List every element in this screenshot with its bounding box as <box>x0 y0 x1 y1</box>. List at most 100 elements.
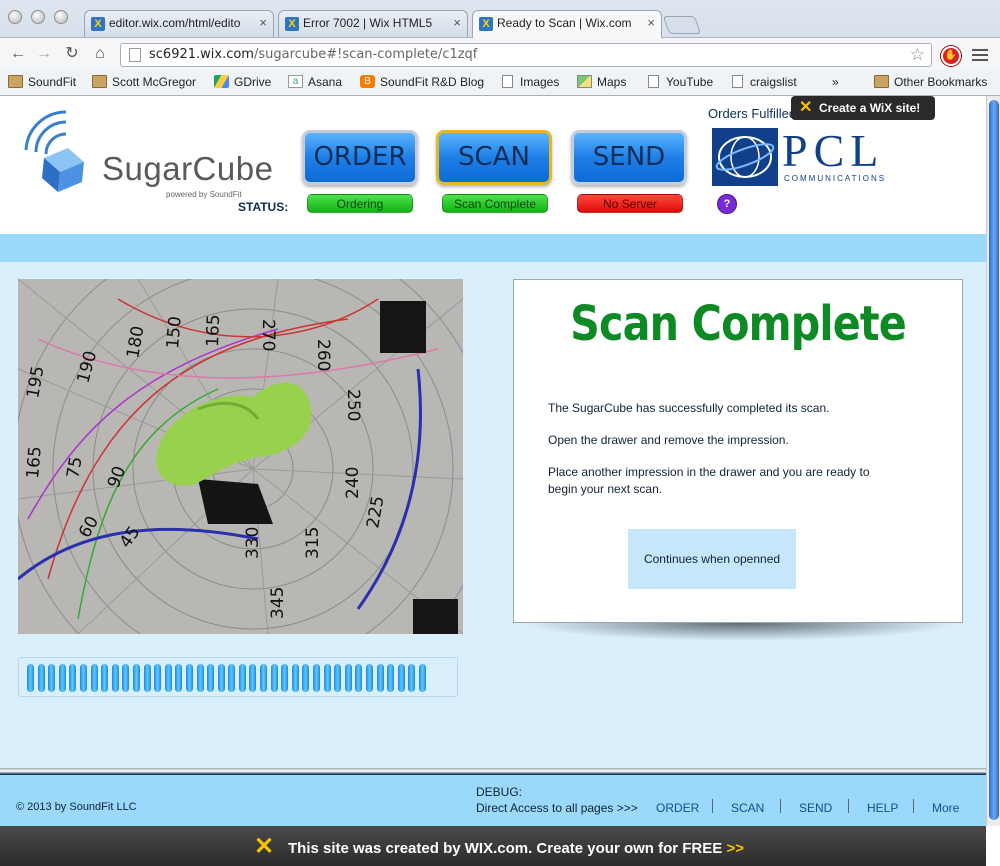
close-tab-icon[interactable]: × <box>259 15 267 30</box>
progress-segment <box>111 664 119 692</box>
pcl-logo[interactable]: PCL COMMUNICATIONS <box>712 125 912 186</box>
orders-fulfilled-label: Orders Fulfilled <box>708 106 797 121</box>
sugarcube-logo[interactable]: SugarCube powered by SoundFit <box>16 110 278 200</box>
asana-icon: a <box>288 75 303 88</box>
new-tab-button[interactable] <box>662 16 702 34</box>
url-path: /sugarcube#!scan-complete/c1zqf <box>253 47 478 62</box>
tab-title: Error 7002 | Wix HTML5 <box>303 16 433 30</box>
svg-text:270: 270 <box>258 319 278 351</box>
tab-ready-to-scan[interactable]: X Ready to Scan | Wix.com × <box>472 10 662 38</box>
bookmark-images[interactable]: Images <box>500 75 559 89</box>
bookmark-label: GDrive <box>234 75 272 89</box>
footer-link-order[interactable]: ORDER <box>656 801 699 815</box>
logo-subtitle: powered by SoundFit <box>166 190 242 199</box>
wix-banner-text: This site was created by WIX.com. Create… <box>288 840 744 857</box>
wix-banner-arrows: >> <box>726 840 744 857</box>
folder-icon <box>8 75 23 88</box>
header-band <box>0 234 986 262</box>
bookmark-soundfit-blog[interactable]: B SoundFit R&D Blog <box>360 75 484 89</box>
forward-arrow-icon[interactable]: → <box>34 44 54 64</box>
bookmark-label: Scott McGregor <box>112 75 197 89</box>
progress-segment <box>418 664 426 692</box>
progress-segment <box>217 664 225 692</box>
message-line-3: Place another impression in the drawer a… <box>548 465 870 496</box>
progress-segment <box>27 664 34 692</box>
svg-text:250: 250 <box>343 389 363 421</box>
progress-segment <box>58 664 66 692</box>
progress-segment <box>291 664 299 692</box>
back-arrow-icon[interactable]: ← <box>8 44 28 64</box>
svg-text:315: 315 <box>303 527 323 559</box>
send-button[interactable]: SEND <box>571 130 687 185</box>
wix-favicon-icon: X <box>285 17 299 31</box>
progress-segment <box>164 664 172 692</box>
wix-banner[interactable]: ✕ This site was created by WIX.com. Crea… <box>0 826 986 866</box>
progress-segment <box>154 664 162 692</box>
close-tab-icon[interactable]: × <box>453 15 461 30</box>
svg-text:165: 165 <box>23 445 46 479</box>
globe-icon <box>712 128 778 186</box>
adblock-stop-icon[interactable]: ✋ <box>941 46 961 66</box>
reload-icon[interactable]: ↻ <box>62 44 82 64</box>
progress-segment <box>408 664 416 692</box>
svg-text:75: 75 <box>63 455 86 480</box>
footer-link-send[interactable]: SEND <box>799 801 832 815</box>
home-icon[interactable]: ⌂ <box>90 44 110 64</box>
send-status-badge: No Server <box>577 194 683 213</box>
progress-segment <box>132 664 140 692</box>
footer-link-scan[interactable]: SCAN <box>731 801 764 815</box>
progress-segment <box>366 664 373 692</box>
scan-button[interactable]: SCAN <box>436 130 552 185</box>
footer-separator <box>848 799 849 813</box>
close-tab-icon[interactable]: × <box>647 15 655 30</box>
close-window-icon[interactable] <box>8 10 22 24</box>
folder-icon <box>874 75 889 88</box>
bookmark-scott-mcgregor[interactable]: Scott McGregor <box>92 75 196 89</box>
progress-segment <box>37 664 45 692</box>
scrollbar-thumb[interactable] <box>989 100 999 820</box>
tab-title: editor.wix.com/html/edito <box>109 16 241 30</box>
continue-status-box[interactable]: Continues when openned <box>628 529 796 589</box>
address-bar[interactable]: sc6921.wix.com/sugarcube#!scan-complete/… <box>120 43 932 67</box>
zoom-window-icon[interactable] <box>54 10 68 24</box>
progress-segment <box>323 664 331 692</box>
footer-separator <box>780 799 781 813</box>
progress-segment <box>397 664 405 692</box>
bookmark-maps[interactable]: Maps <box>577 75 626 89</box>
page-content: SugarCube powered by SoundFit ORDER SCAN… <box>0 96 986 866</box>
scan-progress-bar <box>18 657 458 697</box>
page-icon <box>129 48 141 62</box>
help-icon[interactable]: ? <box>717 194 737 214</box>
vertical-scrollbar[interactable] <box>986 96 1000 826</box>
page-icon <box>648 75 659 88</box>
svg-text:345: 345 <box>268 587 288 619</box>
svg-text:260: 260 <box>313 339 333 371</box>
scan-photo: 195 190 180 150 165 270 260 250 165 75 9… <box>18 279 463 634</box>
progress-segment <box>376 664 384 692</box>
tab-editor[interactable]: X editor.wix.com/html/edito × <box>84 10 274 37</box>
page-icon <box>502 75 513 88</box>
progress-segment <box>344 664 352 692</box>
progress-segment <box>101 664 109 692</box>
minimize-window-icon[interactable] <box>31 10 45 24</box>
bookmark-asana[interactable]: a Asana <box>288 75 342 89</box>
logo-text: SugarCube <box>102 150 274 187</box>
bookmark-label: Maps <box>597 75 627 89</box>
bookmark-craigslist[interactable]: craigslist <box>730 75 797 89</box>
bookmark-gdrive[interactable]: GDrive <box>214 75 271 89</box>
svg-text:330: 330 <box>243 527 263 559</box>
bookmarks-overflow[interactable]: » <box>832 75 839 89</box>
progress-segment <box>207 664 215 692</box>
bookmark-youtube[interactable]: YouTube <box>646 75 713 89</box>
bookmark-soundfit[interactable]: SoundFit <box>8 75 76 89</box>
progress-segment <box>143 664 151 692</box>
other-bookmarks[interactable]: Other Bookmarks <box>874 75 987 89</box>
footer-link-help[interactable]: HELP <box>867 801 898 815</box>
bookmark-star-icon[interactable]: ☆ <box>910 45 925 65</box>
wix-x-icon: ✕ <box>799 99 813 116</box>
menu-icon[interactable] <box>972 47 988 63</box>
tab-error[interactable]: X Error 7002 | Wix HTML5 × <box>278 10 468 37</box>
create-wix-site-tooltip[interactable]: ✕ Create a WiX site! <box>791 96 935 120</box>
footer-link-more[interactable]: More <box>932 801 959 815</box>
order-button[interactable]: ORDER <box>302 130 418 185</box>
